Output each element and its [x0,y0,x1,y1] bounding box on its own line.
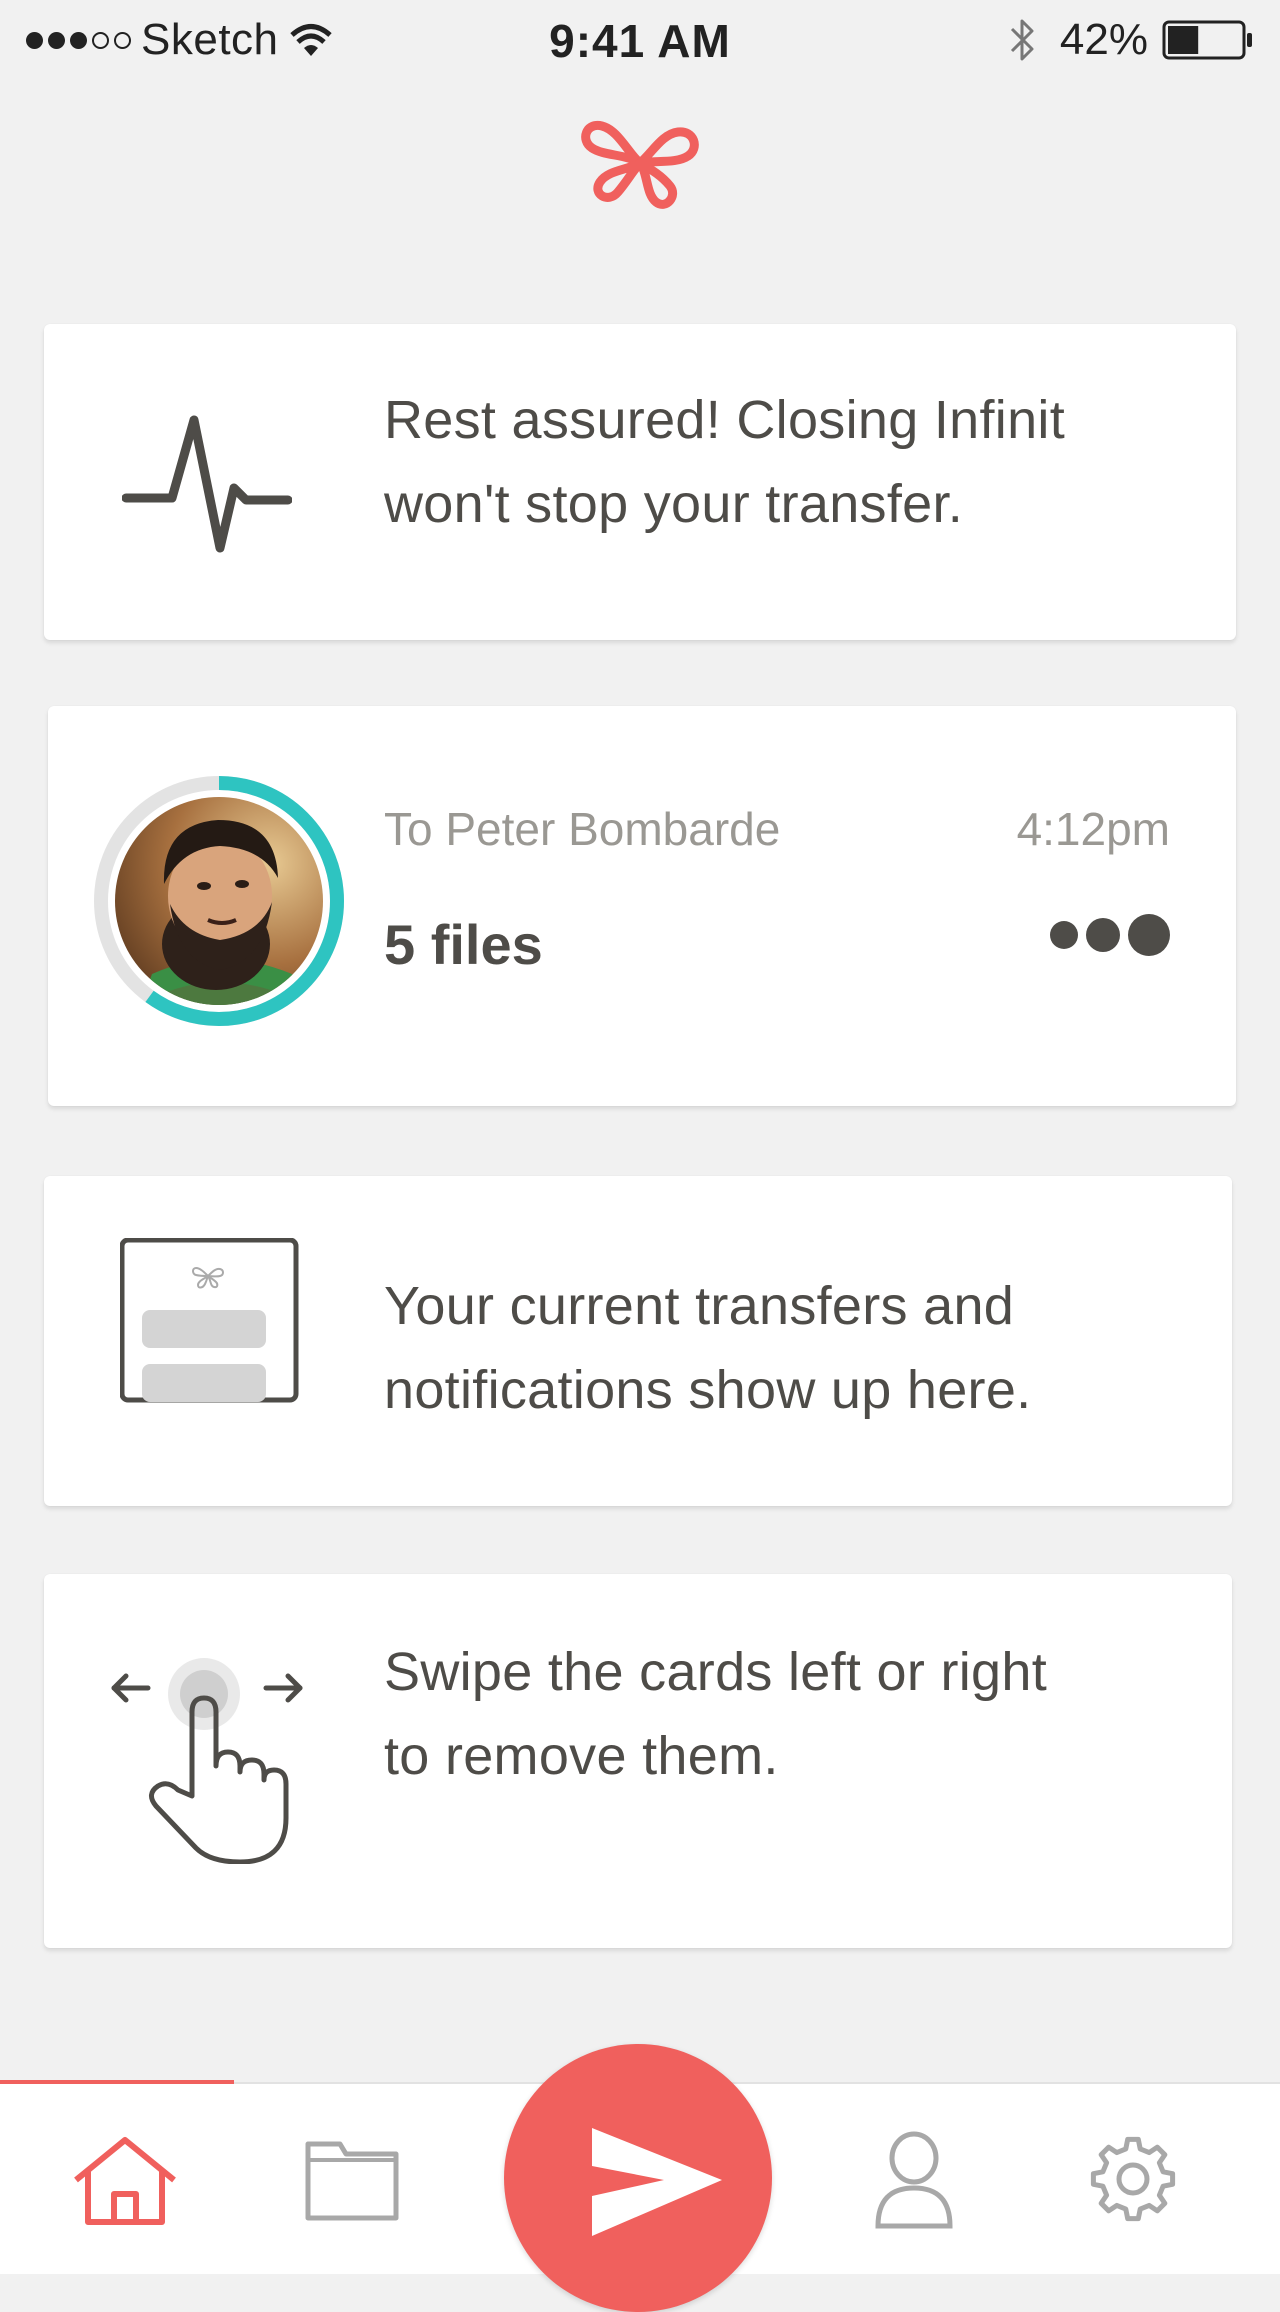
swipe-card-line2: to remove them. [384,1726,779,1786]
battery-icon [1162,20,1252,60]
transfer-file-count: 5 files [384,913,543,976]
info-card-line2: won't stop your transfer. [384,474,964,534]
transfer-time: 4:12pm [1016,803,1170,855]
info-card-text: Rest assured! Closing Infinit won't stop… [384,378,1065,546]
info-card-line1: Rest assured! Closing Infinit [384,390,1066,450]
notifications-card-line1: Your current transfers and [384,1276,1015,1336]
swipe-card-line1: Swipe the cards left or right [384,1642,1048,1702]
person-icon[interactable] [874,2130,954,2230]
info-card-background-transfer[interactable]: Rest assured! Closing Infinit won't stop… [44,324,1236,640]
avatar-progress-ring [92,774,346,1028]
infinit-logo-icon [581,120,699,209]
info-card-notifications[interactable]: Your current transfers and notifications… [44,1176,1232,1506]
status-bar: Sketch 9:41 AM 42% [0,0,1280,80]
info-card-swipe[interactable]: Swipe the cards left or right to remove … [44,1574,1232,1948]
swipe-hand-icon [111,1658,303,1864]
status-bar-right: 42% [1008,14,1254,66]
folder-icon[interactable] [304,2138,400,2222]
phone-cards-icon [120,1238,299,1403]
loading-dots-icon [1050,914,1170,956]
pulse-icon [122,415,292,553]
avatar [94,776,344,1026]
bluetooth-icon [1010,19,1034,61]
transfer-recipient: To Peter Bombarde [384,803,781,855]
home-icon[interactable] [70,2134,180,2226]
send-icon [592,2128,722,2236]
gear-icon[interactable] [1088,2134,1178,2224]
gear-outline [1090,2136,1176,2222]
notifications-card-text: Your current transfers and notifications… [384,1264,1031,1432]
active-tab-indicator [0,2080,234,2084]
battery-percent: 42% [1059,15,1148,64]
notifications-card-line2: notifications show up here. [384,1360,1032,1420]
swipe-card-text: Swipe the cards left or right to remove … [384,1630,1047,1798]
